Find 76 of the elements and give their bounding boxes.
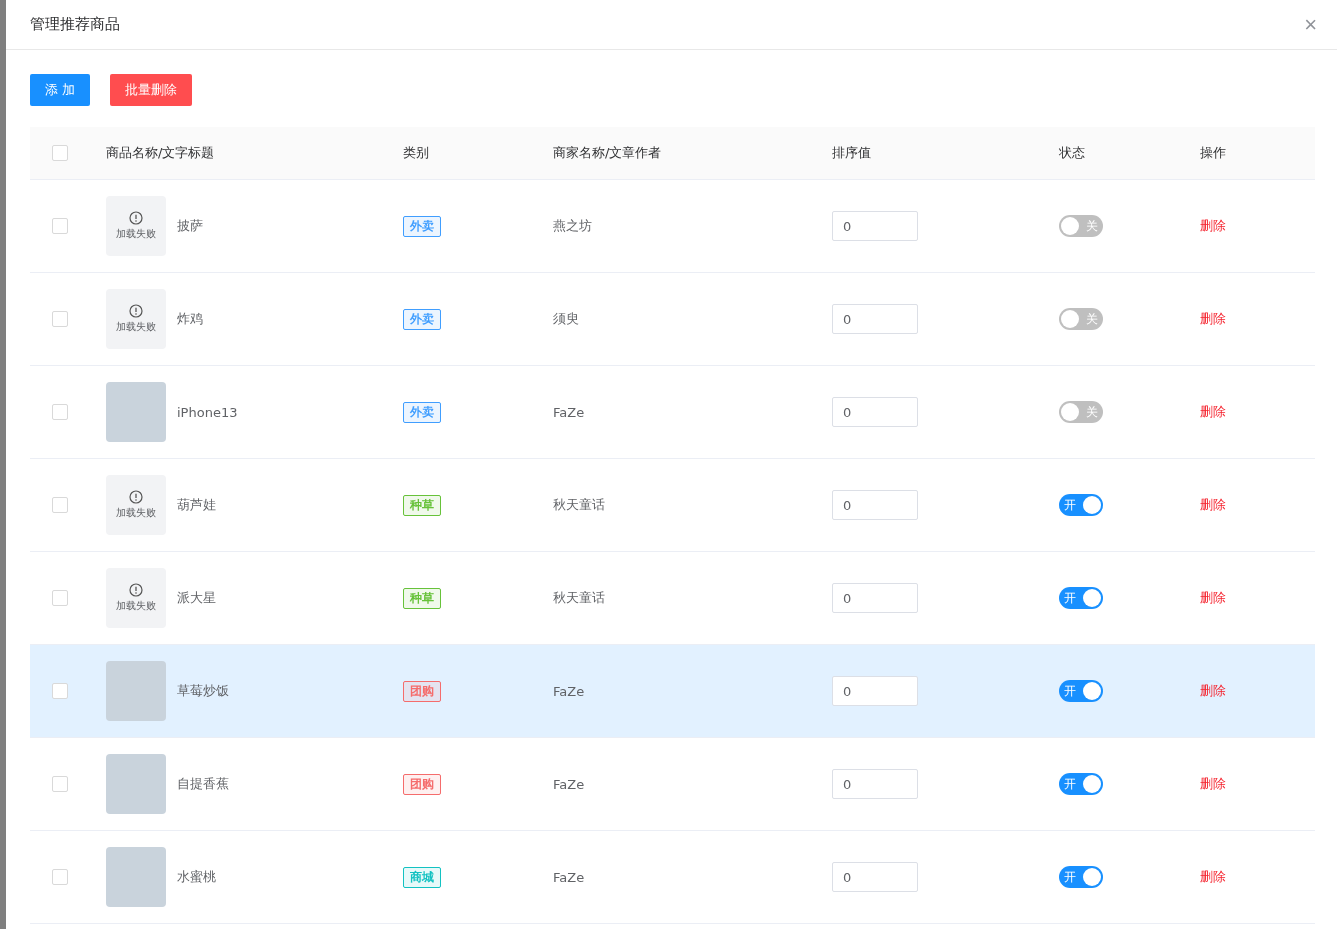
sort-value-field[interactable]: 0 bbox=[832, 769, 918, 799]
sort-value-field[interactable]: 0 bbox=[832, 397, 918, 427]
category-tag: 种草 bbox=[403, 494, 441, 516]
row-checkbox[interactable] bbox=[52, 311, 68, 327]
product-name: 炸鸡 bbox=[177, 310, 203, 328]
product-name: 自提香蕉 bbox=[177, 775, 229, 793]
sort-value-field[interactable]: 0 bbox=[832, 211, 918, 241]
merchant-name: FaZe bbox=[553, 776, 585, 792]
column-header: 商家名称/文章作者 bbox=[553, 144, 662, 162]
photo-placeholder bbox=[106, 382, 166, 442]
image-error-text: 加载失败 bbox=[116, 599, 156, 613]
column-header: 类别 bbox=[403, 144, 429, 162]
merchant-name: 须臾 bbox=[553, 310, 579, 328]
merchant-name: FaZe bbox=[553, 683, 585, 699]
status-switch[interactable]: 开 bbox=[1059, 866, 1103, 888]
delete-link[interactable]: 删除 bbox=[1200, 682, 1226, 700]
batch-delete-button[interactable]: 批量删除 bbox=[110, 74, 193, 106]
product-name: 水蜜桃 bbox=[177, 868, 216, 886]
row-checkbox[interactable] bbox=[52, 497, 68, 513]
delete-link[interactable]: 删除 bbox=[1200, 589, 1226, 607]
category-tag: 团购 bbox=[403, 773, 441, 795]
product-name: 葫芦娃 bbox=[177, 496, 216, 514]
warning-icon bbox=[129, 304, 143, 318]
product-name: 派大星 bbox=[177, 589, 216, 607]
photo-placeholder bbox=[106, 661, 166, 721]
status-switch[interactable]: 开 bbox=[1059, 494, 1103, 516]
delete-link[interactable]: 删除 bbox=[1200, 775, 1226, 793]
delete-link[interactable]: 删除 bbox=[1200, 868, 1226, 886]
status-switch[interactable]: 开 bbox=[1059, 680, 1103, 702]
column-header: 商品名称/文字标题 bbox=[106, 144, 215, 162]
status-switch[interactable]: 开 bbox=[1059, 773, 1103, 795]
image-error-text: 加载失败 bbox=[116, 320, 156, 334]
category-tag: 外卖 bbox=[403, 308, 441, 330]
delete-link[interactable]: 删除 bbox=[1200, 496, 1226, 514]
status-switch[interactable]: 开 bbox=[1059, 587, 1103, 609]
product-name: 披萨 bbox=[177, 217, 203, 235]
row-checkbox[interactable] bbox=[52, 404, 68, 420]
category-tag: 外卖 bbox=[403, 401, 441, 423]
merchant-name: FaZe bbox=[553, 404, 585, 420]
warning-icon bbox=[129, 490, 143, 504]
merchant-name: 秋天童话 bbox=[553, 496, 605, 514]
sort-value-field[interactable]: 0 bbox=[832, 862, 918, 892]
delete-link[interactable]: 删除 bbox=[1200, 217, 1226, 235]
row-checkbox[interactable] bbox=[52, 869, 68, 885]
sort-value-field[interactable]: 0 bbox=[832, 490, 918, 520]
product-name: iPhone13 bbox=[177, 404, 238, 420]
category-tag: 种草 bbox=[403, 587, 441, 609]
photo-placeholder bbox=[106, 754, 166, 814]
category-tag: 外卖 bbox=[403, 215, 441, 237]
image-error-text: 加载失败 bbox=[116, 506, 156, 520]
sort-value-field[interactable]: 0 bbox=[832, 304, 918, 334]
delete-link[interactable]: 删除 bbox=[1200, 310, 1226, 328]
add-button[interactable]: 添 加 bbox=[30, 74, 91, 106]
merchant-name: 秋天童话 bbox=[553, 589, 605, 607]
merchant-name: 燕之坊 bbox=[553, 217, 592, 235]
row-checkbox[interactable] bbox=[52, 590, 68, 606]
category-tag: 团购 bbox=[403, 680, 441, 702]
close-button[interactable]: × bbox=[1300, 13, 1321, 36]
warning-icon bbox=[129, 583, 143, 597]
select-all-checkbox[interactable] bbox=[52, 145, 68, 161]
dialog-title: 管理推荐商品 bbox=[30, 15, 120, 34]
merchant-name: FaZe bbox=[553, 869, 585, 885]
row-checkbox[interactable] bbox=[52, 218, 68, 234]
photo-placeholder bbox=[106, 847, 166, 907]
delete-link[interactable]: 删除 bbox=[1200, 403, 1226, 421]
column-header: 操作 bbox=[1200, 144, 1226, 162]
row-checkbox[interactable] bbox=[52, 776, 68, 792]
sort-value-field[interactable]: 0 bbox=[832, 676, 918, 706]
column-header: 状态 bbox=[1059, 144, 1085, 162]
row-checkbox[interactable] bbox=[52, 683, 68, 699]
column-header: 排序值 bbox=[832, 144, 871, 162]
category-tag: 商城 bbox=[403, 866, 441, 888]
product-name: 草莓炒饭 bbox=[177, 682, 229, 700]
sort-value-field[interactable]: 0 bbox=[832, 583, 918, 613]
image-error-text: 加载失败 bbox=[116, 227, 156, 241]
warning-icon bbox=[129, 211, 143, 225]
